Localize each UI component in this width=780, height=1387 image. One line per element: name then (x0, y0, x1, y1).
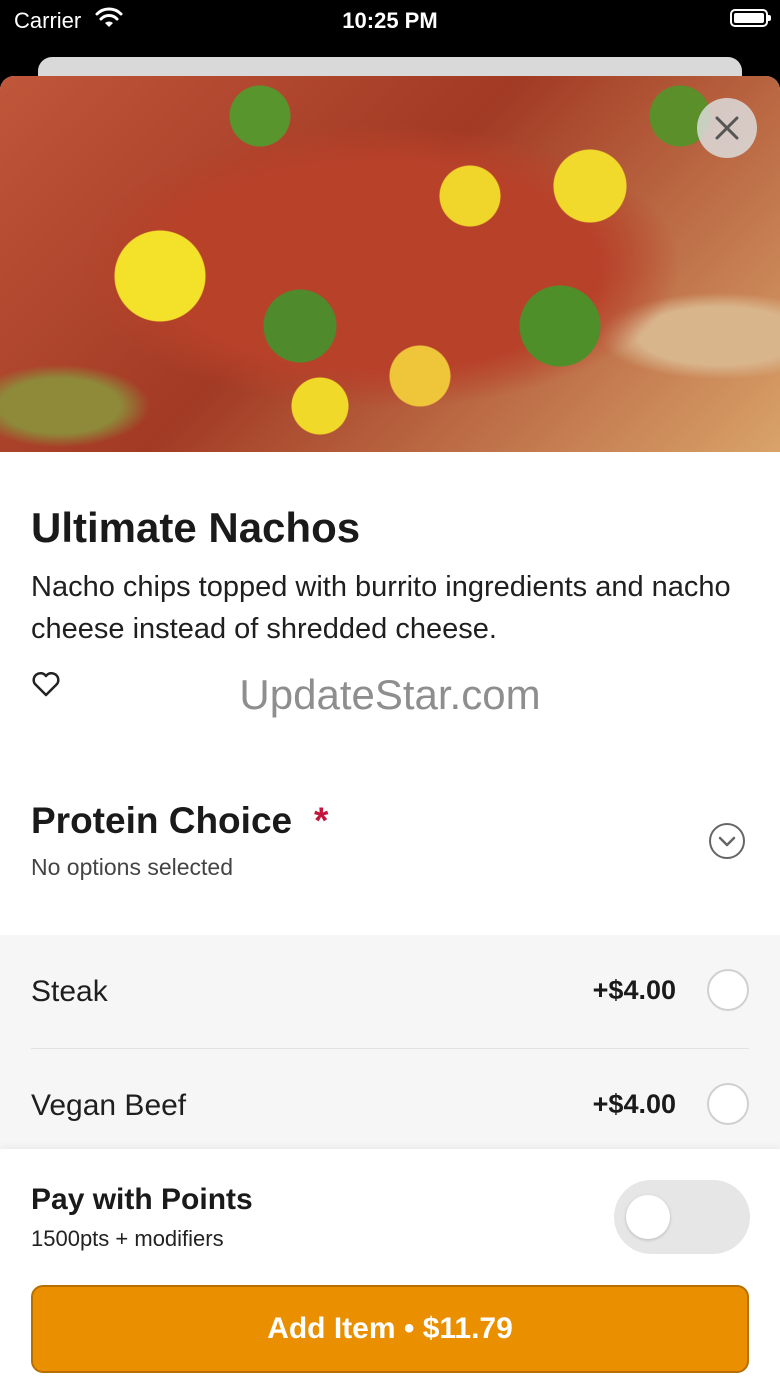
clock: 10:25 PM (342, 8, 438, 33)
item-photo (0, 76, 780, 452)
item-description: Nacho chips topped with burrito ingredie… (31, 571, 731, 645)
item-title: Ultimate Nachos (31, 504, 361, 551)
pay-with-points-label: Pay with Points (31, 1183, 253, 1216)
watermark: UpdateStar.com (239, 671, 541, 718)
required-indicator: * (314, 800, 329, 841)
option-price: +$4.00 (592, 975, 676, 1005)
option-row-vegan-beef[interactable]: Vegan Beef +$4.00 (31, 1049, 749, 1163)
option-radio[interactable] (707, 969, 749, 1011)
option-row-steak[interactable]: Steak +$4.00 (31, 935, 749, 1049)
toggle-knob (626, 1195, 670, 1239)
add-item-button[interactable]: Add Item • $11.79 (31, 1285, 749, 1373)
status-bar: Carrier 10:25 PM (0, 0, 780, 40)
pay-with-points-toggle[interactable] (614, 1180, 750, 1254)
order-footer: Pay with Points 1500pts + modifiers Add … (0, 1149, 780, 1387)
chevron-down-icon[interactable] (708, 822, 746, 860)
modifier-group-subtitle: No options selected (31, 854, 234, 880)
points-cost: 1500pts + modifiers (31, 1226, 224, 1251)
option-name: Vegan Beef (31, 1089, 187, 1122)
option-name: Steak (31, 975, 108, 1008)
option-radio[interactable] (707, 1083, 749, 1125)
modifier-group-title: Protein Choice (31, 800, 293, 841)
item-detail-sheet: Ultimate Nachos Nacho chips topped with … (0, 76, 780, 1387)
close-icon (715, 116, 739, 140)
close-button[interactable] (697, 98, 757, 158)
battery-icon (730, 9, 771, 27)
option-price: +$4.00 (592, 1089, 676, 1119)
